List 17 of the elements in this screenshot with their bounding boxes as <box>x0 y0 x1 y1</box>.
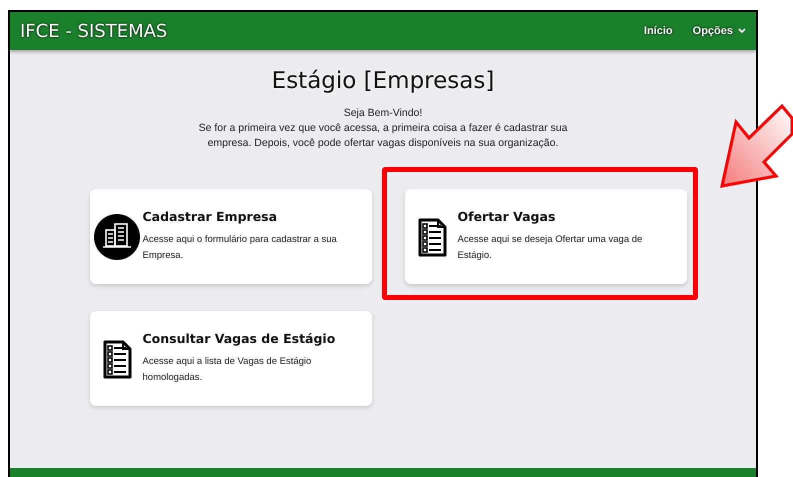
menu-card[interactable]: Ofertar Vagas Acesse aqui se deseja Ofertar uma vaga de Estágio. <box>404 189 686 284</box>
site-title: IFCE - SISTEMAS <box>20 20 168 42</box>
menu-card[interactable]: Cadastrar Empresa Acesse aqui o formulário para cadastrar a sua Empresa. <box>90 189 372 284</box>
card-title: Cadastrar Empresa <box>142 209 278 224</box>
page-heading: Estágio [Empresas] <box>272 68 494 94</box>
building-icon <box>92 212 142 262</box>
welcome-text: Se for a primeira vez que você acessa, a primeira coisa a fazer é cadastrar sua empresa. Depois, você pode ofertar vagas disponíveis na sua organização. <box>198 121 568 151</box>
menu-card[interactable]: Consultar Vagas de Estágio Acesse aqui a lista de Vagas de Estágio homologadas. <box>90 311 372 406</box>
card-title: Ofertar Vagas <box>458 209 556 224</box>
nav-link[interactable]: Opções <box>692 25 746 37</box>
welcome-greeting: Seja Bem-Vindo! <box>344 106 422 121</box>
card-description: Acesse aqui o formulário para cadastrar a sua Empresa. <box>142 233 338 263</box>
nav-link[interactable]: Início <box>644 25 673 37</box>
card-description: Acesse aqui se deseja Ofertar uma vaga de Estágio. <box>458 233 644 263</box>
caret-icon <box>738 28 746 34</box>
card-title: Consultar Vagas de Estágio <box>142 331 336 346</box>
card-description: Acesse aqui a lista de Vagas de Estágio homologadas. <box>142 355 312 385</box>
